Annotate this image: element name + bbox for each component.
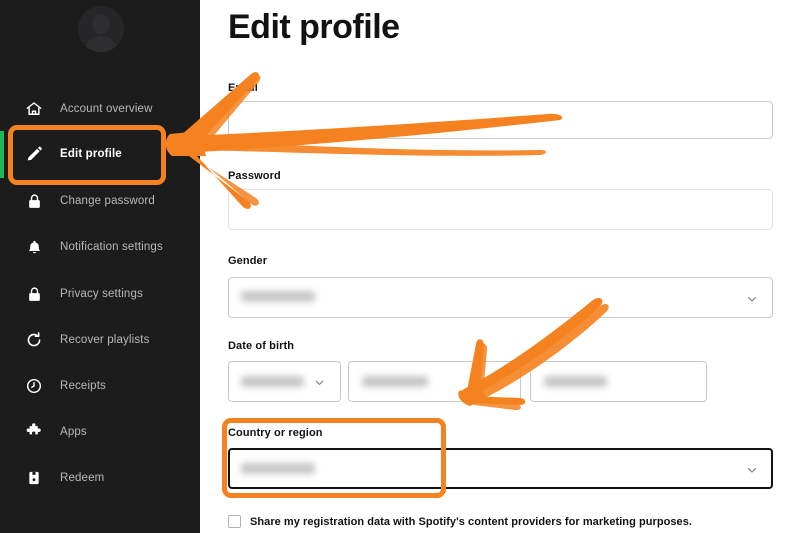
avatar-body-shape [84, 36, 118, 52]
bell-icon [24, 237, 44, 257]
sidebar-item-receipts[interactable]: Receipts [0, 367, 200, 405]
chevron-down-icon [314, 377, 326, 389]
email-input[interactable] [228, 101, 773, 139]
gender-value-redacted [241, 291, 315, 302]
password-input[interactable] [228, 189, 773, 230]
sidebar-item-redeem[interactable]: Redeem [0, 459, 200, 497]
avatar [0, 0, 200, 88]
marketing-consent-row[interactable]: Share my registration data with Spotify'… [228, 515, 692, 528]
day-value-redacted [241, 376, 304, 387]
country-select[interactable] [228, 448, 773, 489]
main-content: Edit profile Email Password Gender Date … [200, 0, 800, 533]
pencil-icon [24, 144, 44, 164]
date-of-birth-label: Date of birth [228, 340, 294, 352]
sidebar-item-label: Change password [60, 195, 155, 207]
home-icon [24, 99, 44, 119]
sidebar-item-label: Recover playlists [60, 334, 149, 346]
sidebar-item-label: Privacy settings [60, 288, 143, 300]
page-title: Edit profile [228, 8, 400, 47]
sidebar-item-label: Receipts [60, 380, 106, 392]
date-of-birth-year-input[interactable] [530, 361, 707, 402]
chevron-down-icon [746, 293, 758, 305]
puzzle-piece-icon [24, 422, 44, 442]
gift-card-icon [24, 468, 44, 488]
active-item-accent-bar [0, 131, 4, 178]
sidebar-item-edit-profile[interactable]: Edit profile [0, 135, 200, 173]
sidebar-item-account-overview[interactable]: Account overview [0, 90, 200, 128]
lock-icon [24, 284, 44, 304]
sidebar-item-label: Account overview [60, 103, 153, 115]
avatar-placeholder-icon [78, 6, 124, 52]
country-label: Country or region [228, 427, 323, 439]
refresh-icon [24, 330, 44, 350]
avatar-head-shape [92, 14, 110, 34]
sidebar-item-change-password[interactable]: Change password [0, 182, 200, 220]
sidebar-item-recover-playlists[interactable]: Recover playlists [0, 321, 200, 359]
sidebar-item-label: Edit profile [60, 148, 122, 160]
date-of-birth-month-input[interactable] [348, 361, 521, 402]
sidebar-item-apps[interactable]: Apps [0, 413, 200, 451]
sidebar-item-label: Redeem [60, 472, 104, 484]
sidebar-item-notification-settings[interactable]: Notification settings [0, 228, 200, 266]
country-value-redacted [241, 463, 315, 474]
marketing-consent-label: Share my registration data with Spotify'… [250, 516, 692, 528]
sidebar-item-label: Notification settings [60, 241, 163, 253]
password-label: Password [228, 170, 281, 182]
sidebar-item-privacy-settings[interactable]: Privacy settings [0, 275, 200, 313]
month-value-redacted [362, 376, 428, 387]
email-label: Email [228, 82, 258, 94]
gender-label: Gender [228, 255, 267, 267]
date-of-birth-day-select[interactable] [228, 361, 341, 402]
sidebar: Account overview Edit profile Change pas… [0, 0, 200, 533]
gender-select[interactable] [228, 277, 773, 318]
chevron-down-icon [746, 464, 758, 476]
spotify-account-settings-screen: Account overview Edit profile Change pas… [0, 0, 800, 533]
year-value-redacted [544, 376, 607, 387]
lock-icon [24, 191, 44, 211]
marketing-consent-checkbox[interactable] [228, 515, 241, 528]
clock-icon [24, 376, 44, 396]
sidebar-item-label: Apps [60, 426, 87, 438]
